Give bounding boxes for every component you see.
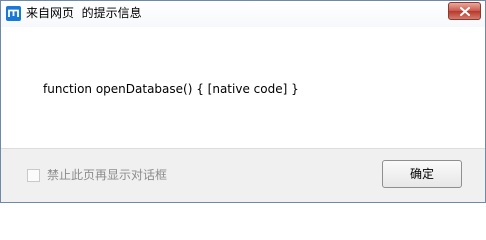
dialog-message: function openDatabase() { [native code] …: [43, 82, 299, 96]
maxthon-m-icon: [6, 6, 21, 21]
suppress-dialogs-label[interactable]: 禁止此页再显示对话框: [47, 167, 167, 183]
dialog-content: function openDatabase() { [native code] …: [1, 27, 485, 148]
title-bar: 来自网页 的提示信息: [1, 1, 485, 27]
close-icon: [460, 7, 470, 16]
dialog-title: 来自网页 的提示信息: [26, 6, 142, 20]
close-button[interactable]: [448, 2, 481, 20]
dialog-window: 来自网页 的提示信息 function openDatabase() { [na…: [0, 0, 486, 203]
ok-button[interactable]: 确定: [382, 160, 462, 188]
dialog-footer: 禁止此页再显示对话框 确定: [1, 148, 485, 202]
suppress-dialogs-checkbox[interactable]: [27, 169, 40, 182]
